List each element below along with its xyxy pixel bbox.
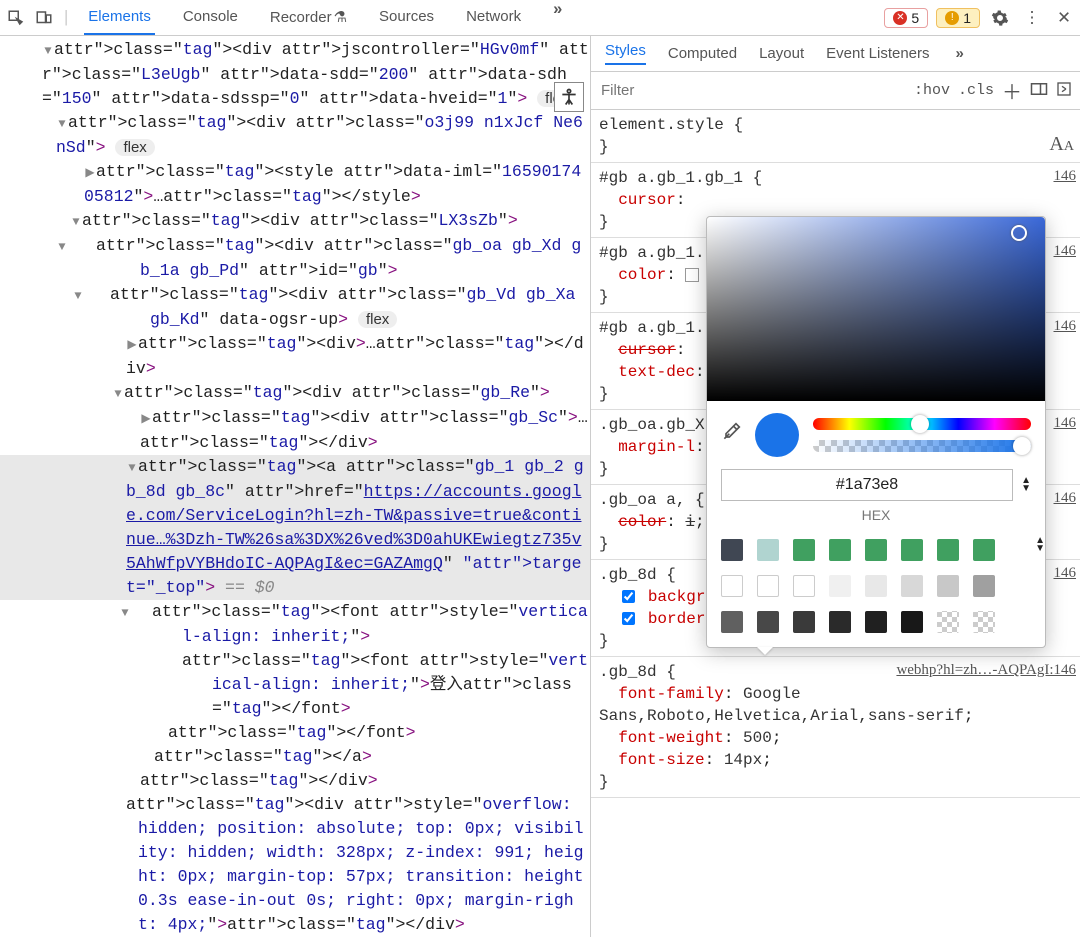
palette-swatch[interactable] xyxy=(829,539,851,561)
palette-swatch[interactable] xyxy=(901,539,923,561)
warning-icon: ! xyxy=(945,11,959,25)
style-rule[interactable]: element.style {}AA xyxy=(591,110,1080,163)
palette-swatch[interactable] xyxy=(793,611,815,633)
devtools-toolbar: | Elements Console Recorder⚗ Sources Net… xyxy=(0,0,1080,36)
palette-swatch[interactable] xyxy=(829,611,851,633)
palette-swatch[interactable] xyxy=(757,575,779,597)
palette-swatch[interactable] xyxy=(793,539,815,561)
styles-filter-row: :hov .cls ＋ xyxy=(591,72,1080,110)
cls-toggle[interactable]: .cls xyxy=(958,82,994,99)
hov-toggle[interactable]: :hov xyxy=(914,82,950,99)
tab-console[interactable]: Console xyxy=(179,0,242,35)
style-prop-checkbox[interactable] xyxy=(622,612,635,625)
hue-slider[interactable] xyxy=(813,418,1031,430)
color-format-stepper[interactable]: ▲▼ xyxy=(1021,477,1031,493)
source-link[interactable]: 146 xyxy=(1054,487,1077,509)
palette-swatch[interactable] xyxy=(973,611,995,633)
source-link[interactable]: 146 xyxy=(1054,412,1077,434)
tab-sources[interactable]: Sources xyxy=(375,0,438,35)
device-toggle-icon[interactable] xyxy=(32,6,56,30)
color-hex-input[interactable]: #1a73e8 xyxy=(721,469,1013,501)
palette-swatch[interactable] xyxy=(937,539,959,561)
more-tabs-icon[interactable]: » xyxy=(549,0,566,35)
eyedropper-icon[interactable] xyxy=(721,422,741,448)
tab-styles[interactable]: Styles xyxy=(605,42,646,65)
source-link[interactable]: 146 xyxy=(1054,165,1077,187)
palette-swatch[interactable] xyxy=(901,575,923,597)
styles-filter-input[interactable] xyxy=(599,81,906,100)
font-size-icon[interactable]: AA xyxy=(1049,133,1074,158)
palette-swatch[interactable] xyxy=(757,539,779,561)
palette-swatch[interactable] xyxy=(757,611,779,633)
flask-icon: ⚗ xyxy=(334,9,347,26)
palette-swatch[interactable] xyxy=(865,575,887,597)
style-prop-checkbox[interactable] xyxy=(622,590,635,603)
palette-swatch[interactable] xyxy=(865,611,887,633)
source-link[interactable]: 146 xyxy=(1054,562,1077,584)
rendering-icon[interactable] xyxy=(1030,82,1048,100)
elements-dom-tree[interactable]: ▼attr">class="tag"><div attr">jscontroll… xyxy=(0,36,590,937)
tab-recorder[interactable]: Recorder⚗ xyxy=(266,0,351,35)
panel-tabs: Elements Console Recorder⚗ Sources Netwo… xyxy=(84,0,566,35)
more-styles-tabs-icon[interactable]: » xyxy=(952,45,968,62)
error-icon: ✕ xyxy=(893,11,907,25)
source-link[interactable]: webhp?hl=zh…-AQPAgI:146 xyxy=(896,659,1076,681)
palette-swatch[interactable] xyxy=(721,539,743,561)
source-link[interactable]: 146 xyxy=(1054,240,1077,262)
palette-swatch[interactable] xyxy=(937,575,959,597)
tab-network[interactable]: Network xyxy=(462,0,525,35)
inspect-element-icon[interactable] xyxy=(4,6,28,30)
color-format-label: HEX xyxy=(707,507,1045,531)
palette-swatch[interactable] xyxy=(937,611,959,633)
palette-swatch[interactable] xyxy=(973,539,995,561)
tab-layout[interactable]: Layout xyxy=(759,45,804,62)
kebab-menu-icon[interactable]: ⋮ xyxy=(1020,6,1044,30)
palette-swatch[interactable] xyxy=(901,611,923,633)
alpha-slider[interactable] xyxy=(813,440,1031,452)
palette-swatch[interactable] xyxy=(973,575,995,597)
palette-swatch[interactable] xyxy=(721,611,743,633)
settings-icon[interactable] xyxy=(988,6,1012,30)
new-style-rule-icon[interactable]: ＋ xyxy=(1002,76,1022,105)
source-link[interactable]: 146 xyxy=(1054,315,1077,337)
palette-swatch[interactable] xyxy=(793,575,815,597)
tab-event-listeners[interactable]: Event Listeners xyxy=(826,45,929,62)
color-picker-popup: #1a73e8 ▲▼ HEX ▲▼ xyxy=(706,216,1046,648)
error-count-pill[interactable]: ✕5 xyxy=(884,8,928,28)
palette-swatch[interactable] xyxy=(865,539,887,561)
color-preview-swatch xyxy=(755,413,799,457)
palette-swatch[interactable] xyxy=(829,575,851,597)
tab-elements[interactable]: Elements xyxy=(84,0,155,35)
style-rule[interactable]: webhp?hl=zh…-AQPAgI:146.gb_8d { font-fam… xyxy=(591,657,1080,798)
styles-tabs: Styles Computed Layout Event Listeners » xyxy=(591,36,1080,72)
tab-computed[interactable]: Computed xyxy=(668,45,737,62)
accessibility-icon[interactable] xyxy=(554,82,584,112)
color-swatch-icon[interactable] xyxy=(685,268,699,282)
palette-swatch[interactable] xyxy=(721,575,743,597)
color-saturation-field[interactable] xyxy=(707,217,1045,401)
color-swatch-palette: ▲▼ xyxy=(707,531,1045,647)
computed-styles-icon[interactable] xyxy=(1056,81,1072,101)
palette-stepper[interactable]: ▲▼ xyxy=(1035,537,1045,553)
warning-count-pill[interactable]: !1 xyxy=(936,8,980,28)
close-icon[interactable]: ✕ xyxy=(1052,6,1076,30)
color-cursor[interactable] xyxy=(1011,225,1027,241)
